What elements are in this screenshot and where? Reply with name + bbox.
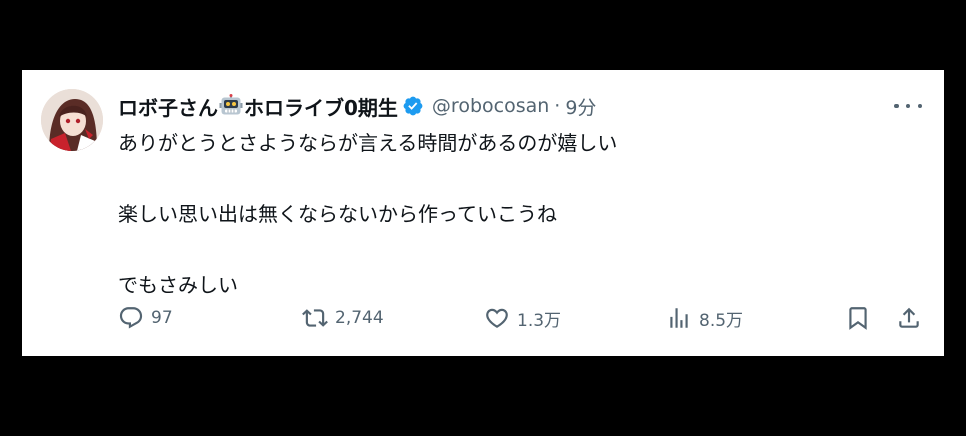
robot-face-emoji-icon bbox=[219, 94, 243, 115]
tweet-text-line: でもさみしい bbox=[118, 273, 238, 297]
display-name-link[interactable]: ロボ子さん ホロライブ0期生 bbox=[118, 92, 398, 121]
more-dot bbox=[905, 103, 911, 109]
like-button[interactable]: 1.3万 bbox=[484, 303, 561, 333]
tweet-text: ありがとうとさようならが言える時間があるのが嬉しい 楽しい思い出は無くならないか… bbox=[118, 126, 908, 304]
retweet-icon bbox=[302, 309, 328, 327]
display-name-suffix: ホロライブ0期生 bbox=[244, 95, 398, 120]
retweet-button[interactable]: 2,744 bbox=[302, 303, 384, 333]
avatar-image bbox=[41, 89, 103, 151]
tweet-text-line: ありがとうとさようならが言える時間があるのが嬉しい bbox=[118, 131, 618, 155]
tweet-text-line: 楽しい思い出は無くならないから作っていこうね bbox=[118, 202, 557, 226]
views-button[interactable]: 8.5万 bbox=[666, 303, 743, 333]
avatar[interactable] bbox=[41, 89, 103, 151]
verified-badge-icon[interactable] bbox=[402, 95, 424, 117]
separator-dot: · bbox=[554, 95, 561, 117]
heart-icon bbox=[486, 308, 508, 328]
tweet-text-line bbox=[118, 162, 908, 198]
tweet-card[interactable]: ロボ子さん ホロライブ0期生 @robocosan · 9分 ありがとうとさよう… bbox=[22, 70, 944, 356]
action-bar: 97 2,744 1.3万 8.5万 bbox=[118, 303, 923, 333]
views-count: 8.5万 bbox=[699, 310, 744, 331]
share-button[interactable] bbox=[896, 303, 922, 333]
more-dot bbox=[917, 103, 922, 109]
reply-button[interactable]: 97 bbox=[118, 303, 173, 333]
more-icon[interactable] bbox=[894, 97, 922, 115]
reply-icon bbox=[119, 307, 143, 329]
tweet-header: ロボ子さん ホロライブ0期生 @robocosan · 9分 bbox=[118, 91, 596, 121]
timestamp[interactable]: 9分 bbox=[565, 93, 596, 120]
more-dot bbox=[894, 103, 899, 109]
handle[interactable]: @robocosan bbox=[432, 95, 549, 117]
share-icon bbox=[899, 307, 919, 328]
tweet-text-line bbox=[118, 233, 908, 269]
views-icon bbox=[670, 308, 688, 328]
display-name: ロボ子さん bbox=[118, 95, 218, 120]
bookmark-icon bbox=[849, 307, 867, 330]
bookmark-button[interactable] bbox=[845, 303, 871, 333]
like-count: 1.3万 bbox=[517, 310, 562, 331]
reply-count: 97 bbox=[151, 308, 173, 328]
retweet-count: 2,744 bbox=[335, 308, 384, 328]
